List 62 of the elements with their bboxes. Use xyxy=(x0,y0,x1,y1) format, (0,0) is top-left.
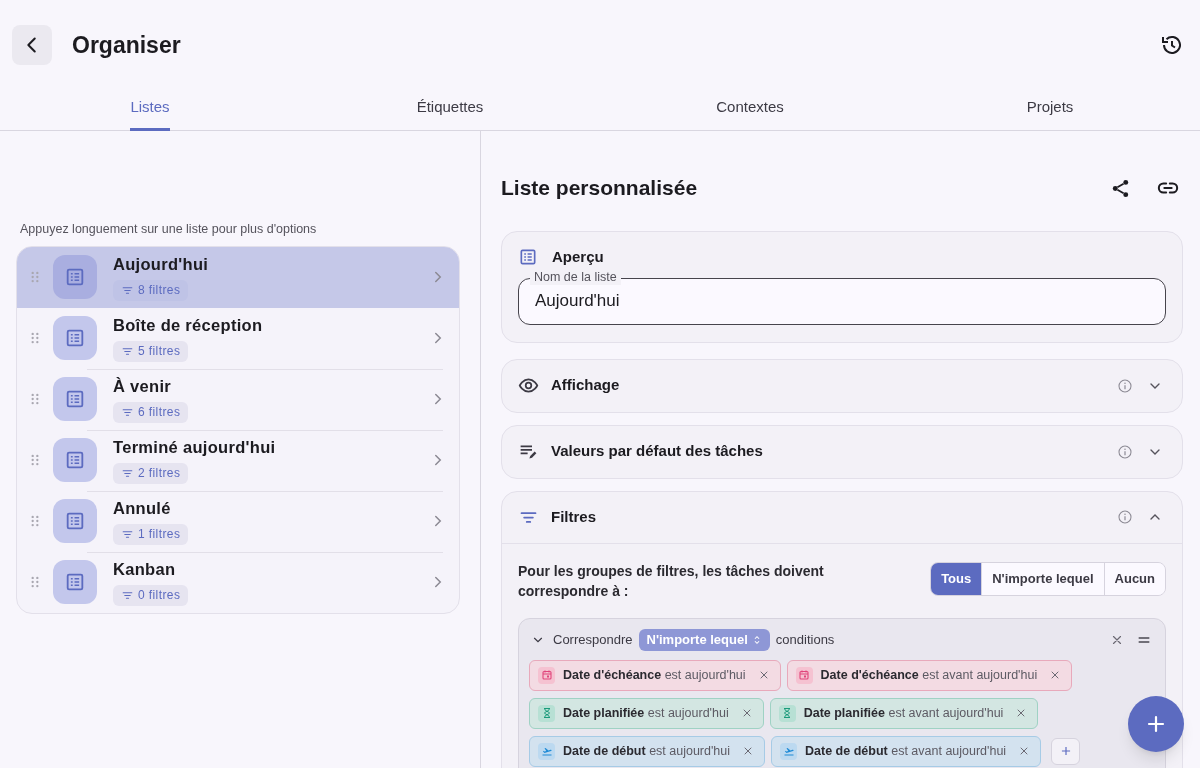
section-header[interactable]: Valeurs par défaut des tâches xyxy=(502,425,1182,478)
calendar-icon xyxy=(795,666,813,684)
filter-count-badge: 5 filtres xyxy=(113,340,189,362)
section-header[interactable]: Affichage xyxy=(502,359,1182,412)
chip-text: Date planifiée est aujourd'hui xyxy=(563,704,729,722)
filter-count-badge: 8 filtres xyxy=(113,279,189,301)
filter-count-badge: 6 filtres xyxy=(113,401,189,423)
takeoff-icon xyxy=(538,742,555,760)
list-icon xyxy=(518,247,538,268)
filter-chip[interactable]: Date planifiée est avant aujourd'hui xyxy=(769,697,1039,729)
history-icon xyxy=(1160,33,1184,57)
info-icon xyxy=(1117,509,1133,525)
list-name: Annulé xyxy=(113,497,171,518)
list-name: À venir xyxy=(113,375,172,396)
filter-chip[interactable]: Date planifiée est aujourd'hui xyxy=(529,697,764,729)
page-title: Organiser xyxy=(72,30,181,60)
filter-count-badge: 1 filtres xyxy=(113,523,189,545)
list-row[interactable]: Terminé aujourd'hui 2 filtres xyxy=(17,429,459,491)
list-row[interactable]: Boîte de réception 5 filtres xyxy=(17,307,459,369)
chip-text: Date de début est aujourd'hui xyxy=(563,742,731,760)
info-icon xyxy=(1117,443,1133,460)
section-header[interactable]: Filtres xyxy=(502,491,1182,544)
match-label: conditions xyxy=(775,630,835,649)
segment-option[interactable]: Tous xyxy=(931,562,982,595)
chip-text: Date d'échéance est aujourd'hui xyxy=(563,666,746,684)
filter-chip[interactable]: Date de début est aujourd'hui xyxy=(529,735,766,767)
list-row[interactable]: Annulé 1 filtres xyxy=(17,490,459,552)
chip-text: Date d'échéance est avant aujourd'hui xyxy=(820,666,1038,684)
back-button[interactable] xyxy=(12,25,52,65)
filter-prompt: Pour les groupes de filtres, les tâches doivent correspondre à : xyxy=(518,561,825,601)
section-title: Valeurs par défaut des tâches xyxy=(551,441,764,462)
filter-chip[interactable]: Date d'échéance est avant aujourd'hui xyxy=(786,659,1073,691)
filter-chip[interactable]: Date d'échéance est aujourd'hui xyxy=(529,659,781,691)
calendar-icon xyxy=(538,666,555,684)
list-row[interactable]: Kanban 0 filtres xyxy=(17,551,459,613)
editor-title: Liste personnalisée xyxy=(501,175,698,202)
list-name: Boîte de réception xyxy=(113,314,263,335)
chip-text: Date planifiée est avant aujourd'hui xyxy=(803,704,1004,722)
section-title: Filtres xyxy=(551,506,597,527)
tab[interactable]: Listes xyxy=(0,90,300,130)
list-name: Aujourd'hui xyxy=(113,253,209,274)
tab[interactable]: Contextes xyxy=(600,90,900,130)
list-row[interactable]: Aujourd'hui 8 filtres xyxy=(17,246,459,308)
tab[interactable]: Étiquettes xyxy=(300,90,600,130)
chip-text: Date de début est avant aujourd'hui xyxy=(805,742,1007,760)
match-label: Correspondre xyxy=(553,630,633,649)
section-title: Affichage xyxy=(551,375,621,396)
info-icon xyxy=(1117,377,1133,394)
filter-count-badge: 2 filtres xyxy=(113,462,189,484)
list-name: Kanban xyxy=(113,558,176,579)
section-title: Aperçu xyxy=(552,247,604,267)
filter-chip[interactable]: Date de début est avant aujourd'hui xyxy=(771,735,1042,767)
takeoff-icon xyxy=(780,742,798,760)
list-row[interactable]: À venir 6 filtres xyxy=(17,368,459,430)
hourglass-icon xyxy=(778,704,796,722)
hint-text: Appuyez longuement sur une liste pour plus d'options xyxy=(19,221,318,238)
filter-count-badge: 0 filtres xyxy=(113,584,189,606)
tab[interactable]: Projets xyxy=(900,90,1200,130)
list-name: Terminé aujourd'hui xyxy=(113,436,276,457)
hourglass-icon xyxy=(538,704,555,722)
segment-option[interactable]: Aucun xyxy=(1103,562,1165,595)
segment-option[interactable]: N'importe lequel xyxy=(981,562,1104,595)
